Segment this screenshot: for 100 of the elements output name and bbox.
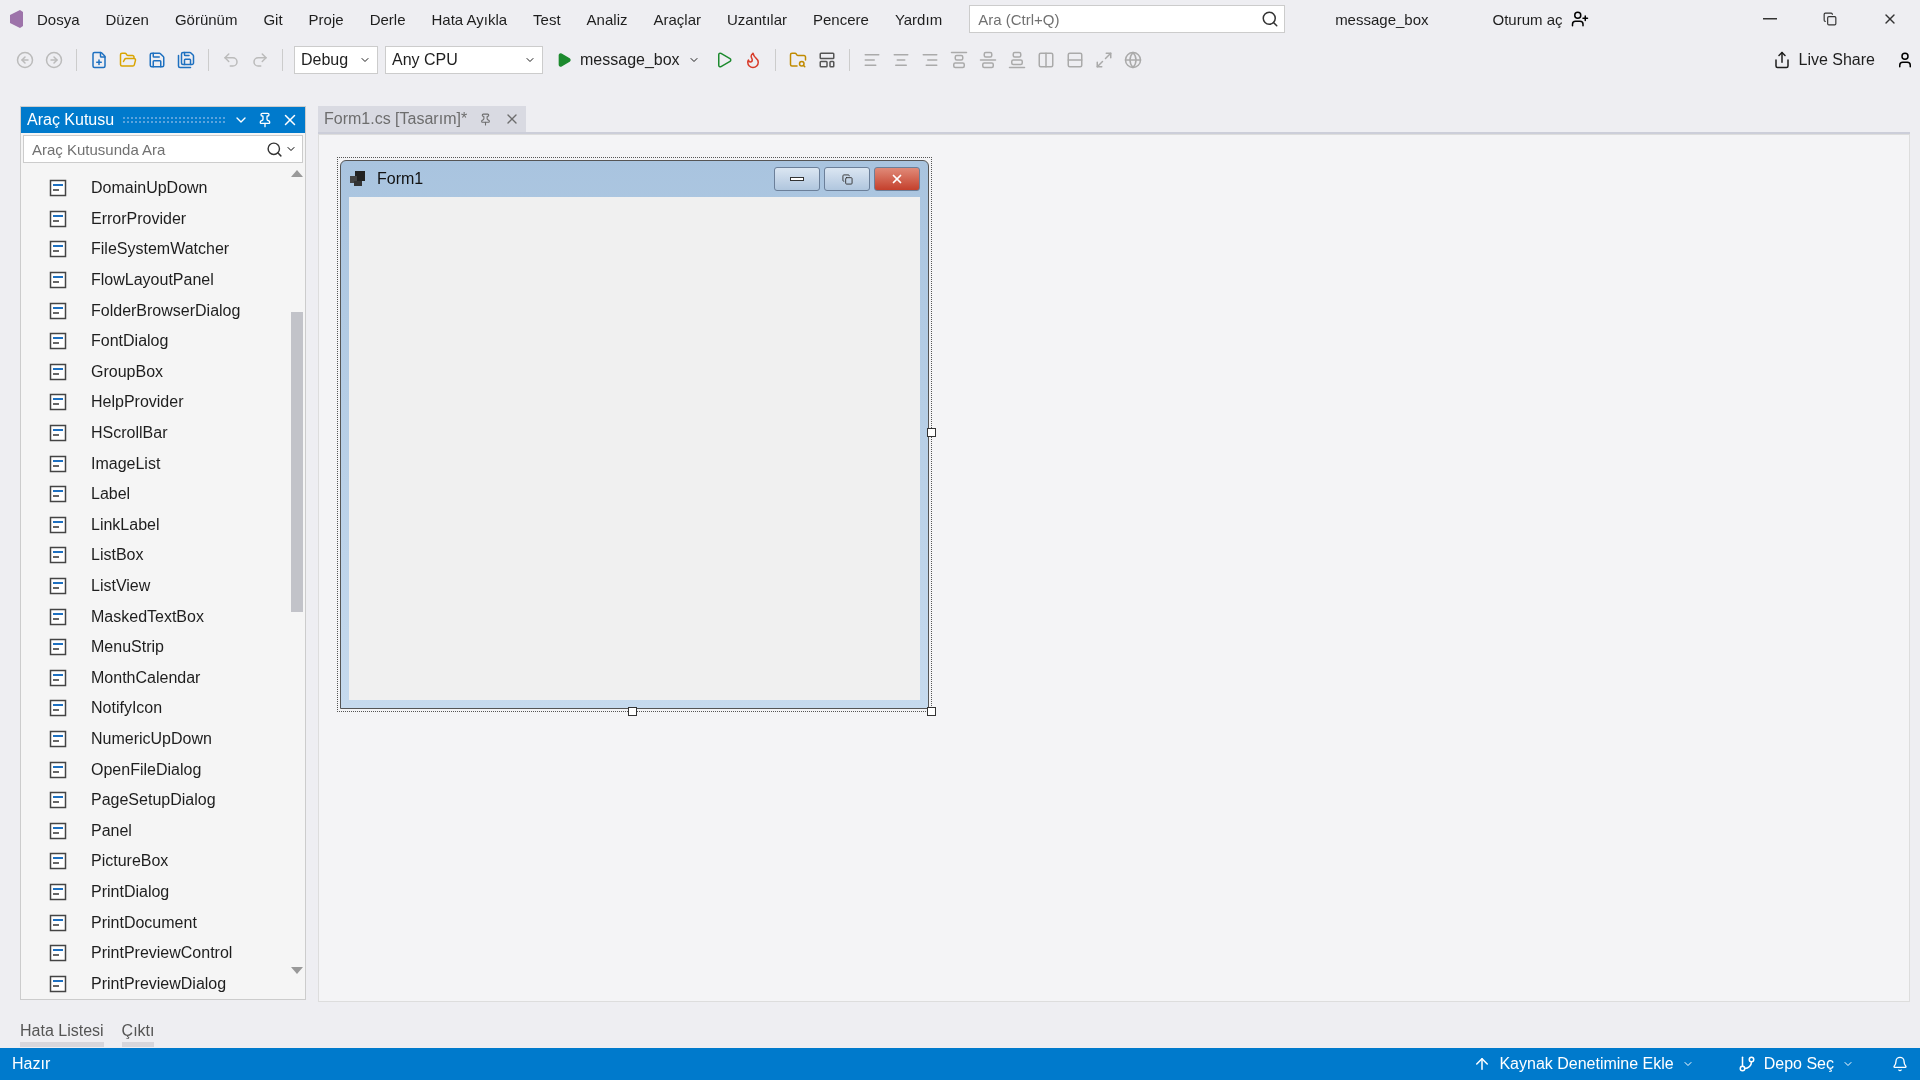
control-icon: [49, 179, 67, 198]
toolbox-item[interactable]: DomainUpDown: [21, 173, 289, 204]
toolbox-item[interactable]: PictureBox: [21, 846, 289, 877]
scroll-up-icon[interactable]: [291, 169, 303, 177]
branch-icon: [1737, 1055, 1756, 1073]
form-window[interactable]: Form1: [340, 160, 929, 709]
toolbox-item[interactable]: ListBox: [21, 540, 289, 571]
resize-handle[interactable]: [927, 707, 936, 716]
control-icon: [49, 301, 67, 320]
toolbox-item[interactable]: Panel: [21, 815, 289, 847]
maximize-icon: [841, 173, 853, 185]
back-button[interactable]: [14, 49, 36, 71]
form-minimize-button[interactable]: [774, 167, 820, 191]
toolbox-item[interactable]: LinkLabel: [21, 509, 289, 541]
menu-item[interactable]: Pencere: [800, 10, 882, 28]
start-button[interactable]: message_box: [550, 50, 706, 70]
forward-button[interactable]: [43, 49, 65, 71]
toolbox-item[interactable]: HScrollBar: [21, 417, 289, 449]
toolbox-item[interactable]: FolderBrowserDialog: [21, 295, 289, 326]
document-tab[interactable]: Form1.cs [Tasarım]*: [318, 106, 527, 132]
toolbox-item[interactable]: FileSystemWatcher: [21, 234, 289, 265]
menu-item[interactable]: Dosya: [24, 10, 93, 28]
menu-item[interactable]: Test: [520, 10, 574, 28]
user-add-icon[interactable]: [1570, 10, 1589, 28]
menu-item[interactable]: Git: [250, 10, 296, 28]
toolbox-item[interactable]: PrintPreviewDialog: [21, 968, 289, 999]
source-control-button[interactable]: Kaynak Denetimine Ekle: [1467, 1054, 1700, 1074]
menu-item[interactable]: Düzen: [92, 10, 162, 28]
control-icon: [49, 485, 67, 504]
toolbox-item[interactable]: HelpProvider: [21, 387, 289, 418]
scrollbar-thumb[interactable]: [291, 312, 303, 612]
save-all-button[interactable]: [175, 49, 197, 71]
toolbox-item[interactable]: PrintDocument: [21, 907, 289, 938]
configuration-dropdown[interactable]: Debug: [294, 46, 378, 74]
search-icon: [1261, 10, 1280, 28]
control-icon: [49, 607, 67, 626]
toolbox-item[interactable]: PageSetupDialog: [21, 784, 289, 816]
menu-item[interactable]: Analiz: [573, 10, 641, 28]
toolbox-item[interactable]: MonthCalendar: [21, 662, 289, 694]
toolbox-item[interactable]: MaskedTextBox: [21, 601, 289, 632]
layout-icon: [817, 51, 836, 69]
menu-item[interactable]: Hata Ayıkla: [418, 10, 521, 28]
save-all-icon: [177, 51, 195, 69]
close-icon: [890, 172, 904, 186]
menu-item[interactable]: Proje: [295, 10, 357, 28]
redo-icon: [251, 51, 269, 69]
app-logo-icon: [8, 9, 24, 29]
control-icon: [49, 821, 67, 840]
platform-dropdown[interactable]: Any CPU: [385, 46, 543, 74]
toolbox-item[interactable]: ErrorProvider: [21, 203, 289, 235]
align-right-icon: [920, 51, 939, 69]
toolbox-item[interactable]: FontDialog: [21, 325, 289, 357]
resize-handle[interactable]: [628, 707, 637, 716]
form-icon: [349, 171, 367, 187]
repository-button[interactable]: Depo Seç: [1731, 1054, 1860, 1074]
toolbox-item[interactable]: FlowLayoutPanel: [21, 264, 289, 296]
control-icon: [49, 760, 67, 779]
control-icon: [49, 362, 67, 381]
live-share-button[interactable]: Live Share: [1766, 50, 1881, 70]
control-icon: [49, 638, 67, 657]
toolbox-item[interactable]: ImageList: [21, 448, 289, 479]
toolbox-item[interactable]: OpenFileDialog: [21, 754, 289, 785]
status-text: Hazır: [12, 1055, 51, 1073]
control-icon: [49, 699, 67, 718]
toolbox-item[interactable]: PrintDialog: [21, 876, 289, 908]
align-middle-icon: [978, 51, 997, 69]
control-icon: [49, 852, 67, 871]
minimize-icon: [1763, 18, 1777, 20]
menu-item[interactable]: Derle: [356, 10, 419, 28]
toolbox-item[interactable]: MenuStrip: [21, 631, 289, 663]
rows-icon: [1065, 51, 1084, 69]
resize-handle[interactable]: [927, 428, 936, 437]
menu-item[interactable]: Uzantılar: [714, 10, 800, 28]
notification-icon[interactable]: [1892, 1056, 1908, 1072]
menu-item[interactable]: Görünüm: [161, 10, 251, 28]
toolbox-item[interactable]: GroupBox: [21, 356, 289, 388]
open-folder-icon: [119, 51, 137, 69]
user-icon[interactable]: [1896, 51, 1914, 69]
menu-item[interactable]: Araçlar: [640, 10, 714, 28]
control-icon: [49, 454, 67, 473]
control-icon: [49, 393, 67, 412]
control-icon: [49, 577, 67, 595]
search-icon: [266, 140, 283, 158]
toolbox-item[interactable]: PrintPreviewControl: [21, 937, 289, 969]
sign-in-link[interactable]: Oturum aç: [1492, 10, 1563, 28]
toolbox-item[interactable]: ListView: [21, 570, 289, 602]
align-bottom-icon: [1007, 51, 1026, 69]
toolbox-item[interactable]: Label: [21, 478, 289, 510]
pin-icon[interactable]: [257, 112, 273, 128]
form-close-button[interactable]: [874, 167, 920, 191]
toolbox-item[interactable]: NumericUpDown: [21, 723, 289, 755]
menu-item[interactable]: Yardım: [881, 10, 956, 28]
folder-search-icon: [788, 51, 807, 69]
toolbox-item[interactable]: NotifyIcon: [21, 693, 289, 724]
search-field[interactable]: Ara (Ctrl+Q): [969, 5, 1286, 33]
new-project-icon: [90, 51, 108, 69]
globe-icon: [1123, 51, 1142, 69]
control-icon: [49, 332, 67, 351]
toolbox-search-field[interactable]: Araç Kutusunda Ara: [23, 135, 303, 163]
scroll-down-icon[interactable]: [291, 967, 303, 975]
